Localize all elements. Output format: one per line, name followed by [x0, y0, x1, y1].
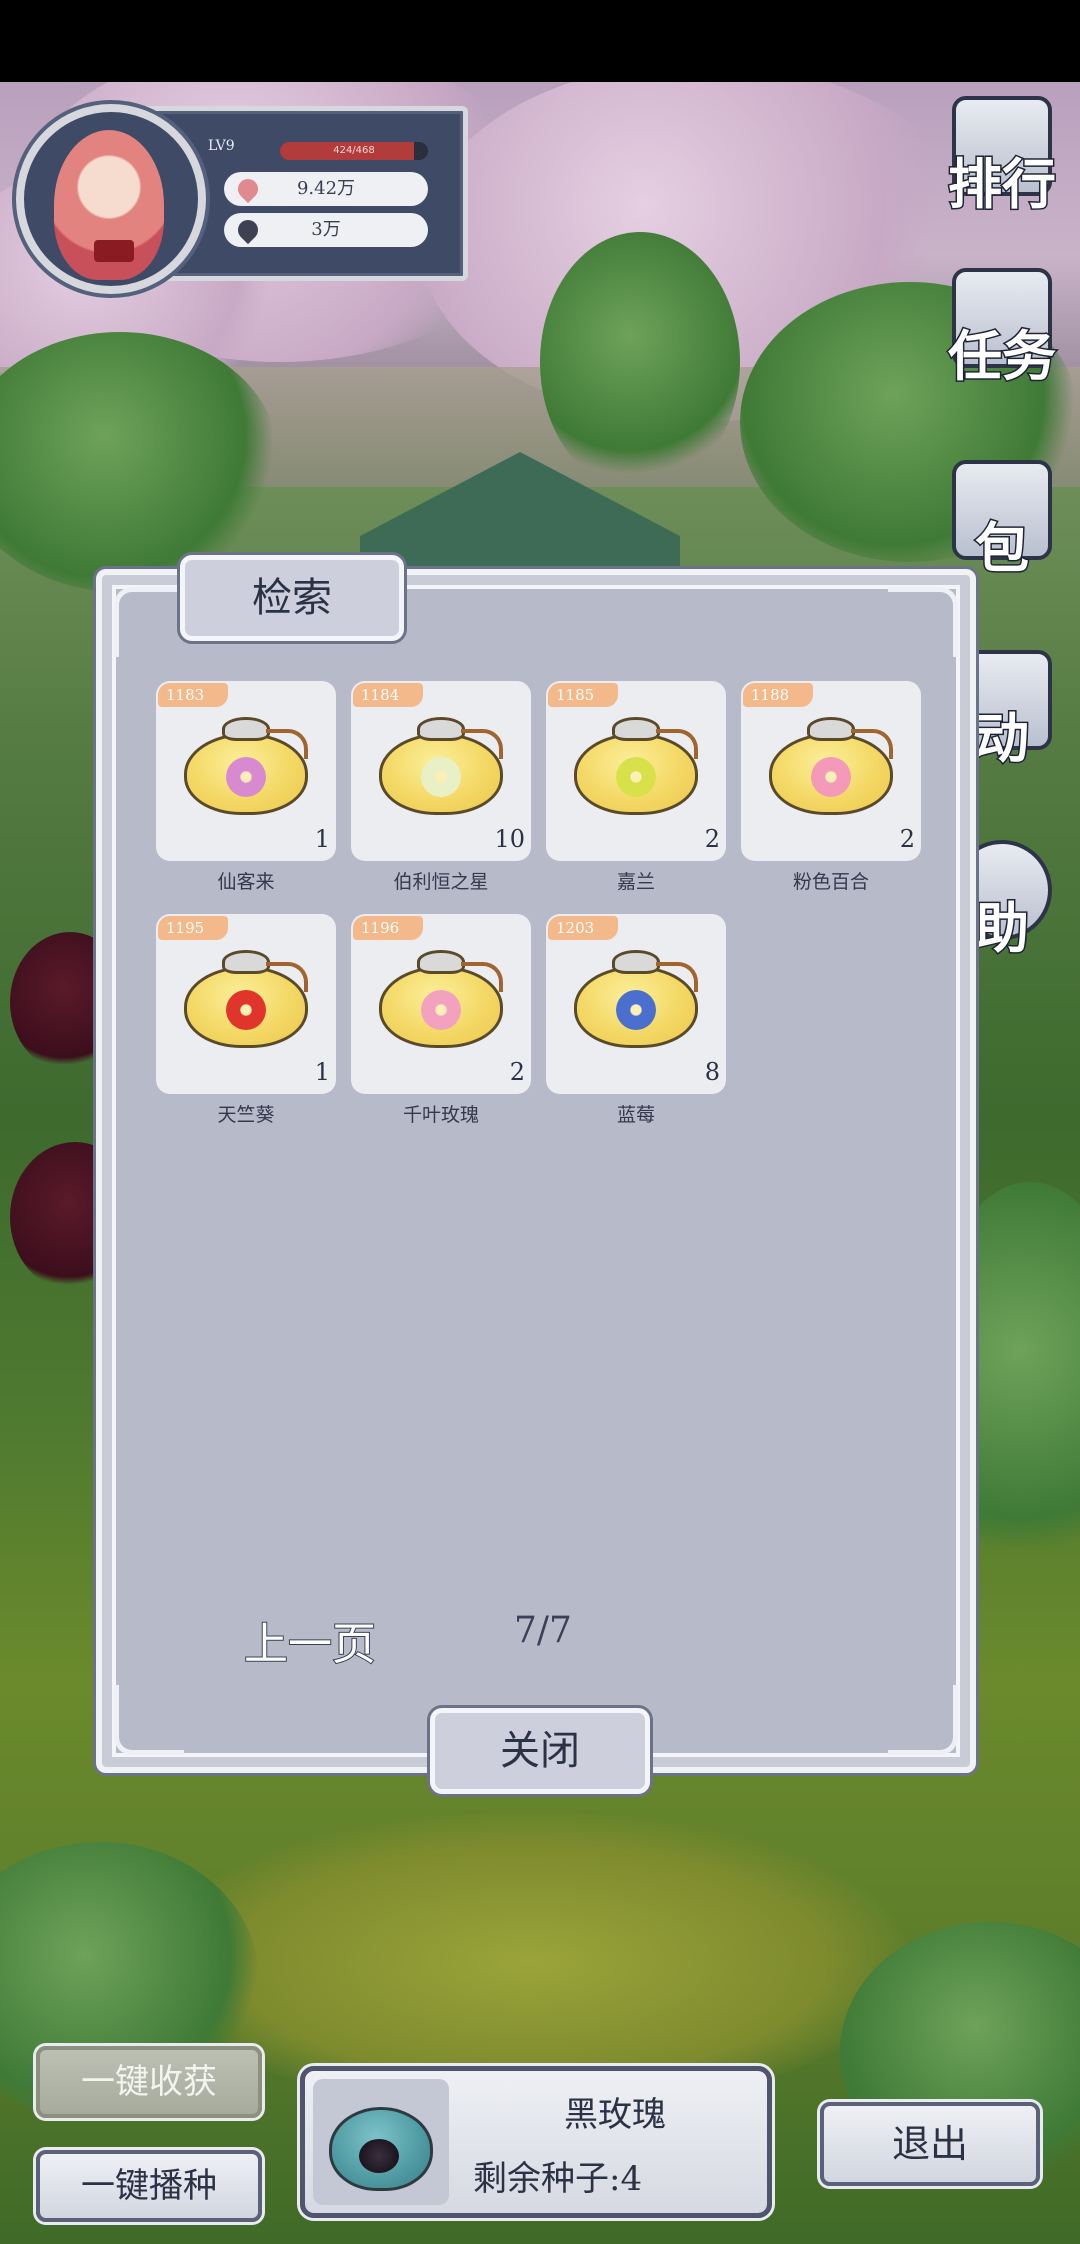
seed-bag-icon: [574, 950, 698, 1048]
seed-name: 伯利恒之星: [393, 871, 489, 893]
prev-page-button[interactable]: 上一页: [243, 1608, 377, 1672]
black-rose-icon: [359, 2139, 399, 2173]
seed-name: 粉色百合: [792, 871, 869, 893]
selected-seed-remaining: 剩余种子:4: [473, 2159, 643, 2199]
seed-code-badge: 1195: [158, 916, 228, 940]
seed-item[interactable]: 1203 8 蓝莓: [546, 914, 726, 1126]
currency-1-value: 9.42万: [296, 178, 356, 199]
seed-name: 嘉兰: [616, 871, 655, 893]
flower-icon: [421, 757, 461, 797]
seed-qty: 1: [314, 1058, 330, 1086]
seed-bag-icon: [574, 717, 698, 815]
leaf-icon: [233, 215, 263, 245]
flower-icon: [616, 990, 656, 1030]
exp-bar: 424/468: [280, 142, 428, 160]
player-level: LV9: [208, 138, 235, 154]
seed-code-badge: 1203: [548, 916, 618, 940]
currency-2-value: 3万: [311, 219, 341, 240]
modal-title: 检索: [180, 555, 404, 641]
seed-qty: 2: [704, 825, 720, 853]
flower-icon: [226, 757, 266, 797]
gift-button[interactable]: 包: [932, 460, 1072, 578]
seed-item[interactable]: 1188 2 粉色百合: [741, 681, 921, 893]
flower-icon: [616, 757, 656, 797]
currency-1: 9.42万: [224, 172, 428, 206]
selected-seed-name: 黑玫瑰: [564, 2095, 666, 2135]
seed-bag-icon: [184, 717, 308, 815]
seed-name: 千叶玫瑰: [402, 1104, 479, 1126]
selected-seed-panel[interactable]: 黑玫瑰 剩余种子:4: [300, 2066, 772, 2218]
seed-qty: 1: [314, 825, 330, 853]
seed-item[interactable]: 1185 2 嘉兰: [546, 681, 726, 893]
seed-code-badge: 1184: [353, 683, 423, 707]
seed-code-badge: 1188: [743, 683, 813, 707]
task-button[interactable]: 任务: [932, 268, 1072, 386]
seed-name: 天竺葵: [217, 1104, 275, 1126]
seed-qty: 2: [509, 1058, 525, 1086]
flower-icon: [226, 990, 266, 1030]
status-bar: [0, 0, 1080, 82]
seed-item[interactable]: 1183 1 仙客来: [156, 681, 336, 893]
harvest-all-button[interactable]: 一键收获: [36, 2046, 262, 2118]
exp-text: 424/468: [333, 145, 375, 156]
avatar[interactable]: [16, 104, 206, 294]
seed-qty: 8: [704, 1058, 720, 1086]
close-button[interactable]: 关闭: [430, 1708, 650, 1794]
seed-bag-icon: [184, 950, 308, 1048]
seed-qty: 2: [899, 825, 915, 853]
seed-item[interactable]: 1195 1 天竺葵: [156, 914, 336, 1126]
page-indicator: 7/7: [514, 1610, 572, 1651]
seed-item[interactable]: 1196 2 千叶玫瑰: [351, 914, 531, 1126]
seed-bag-icon: [769, 717, 893, 815]
seed-item[interactable]: 1184 10 伯利恒之星: [351, 681, 531, 893]
seed-name: 仙客来: [217, 871, 275, 893]
currency-2: 3万: [224, 213, 428, 247]
seed-name: 蓝莓: [616, 1104, 655, 1126]
selected-seed-thumb: [313, 2079, 449, 2205]
exit-button[interactable]: 退出: [820, 2102, 1040, 2186]
flower-icon: [811, 757, 851, 797]
seed-bag-icon: [379, 717, 503, 815]
ranking-button[interactable]: 排行: [932, 96, 1072, 214]
petal-icon: [233, 174, 263, 204]
seed-bag-icon: [379, 950, 503, 1048]
seed-qty: 10: [494, 825, 525, 853]
seed-code-badge: 1185: [548, 683, 618, 707]
seed-code-badge: 1196: [353, 916, 423, 940]
flower-icon: [421, 990, 461, 1030]
seed-code-badge: 1183: [158, 683, 228, 707]
sow-all-button[interactable]: 一键播种: [36, 2150, 262, 2222]
